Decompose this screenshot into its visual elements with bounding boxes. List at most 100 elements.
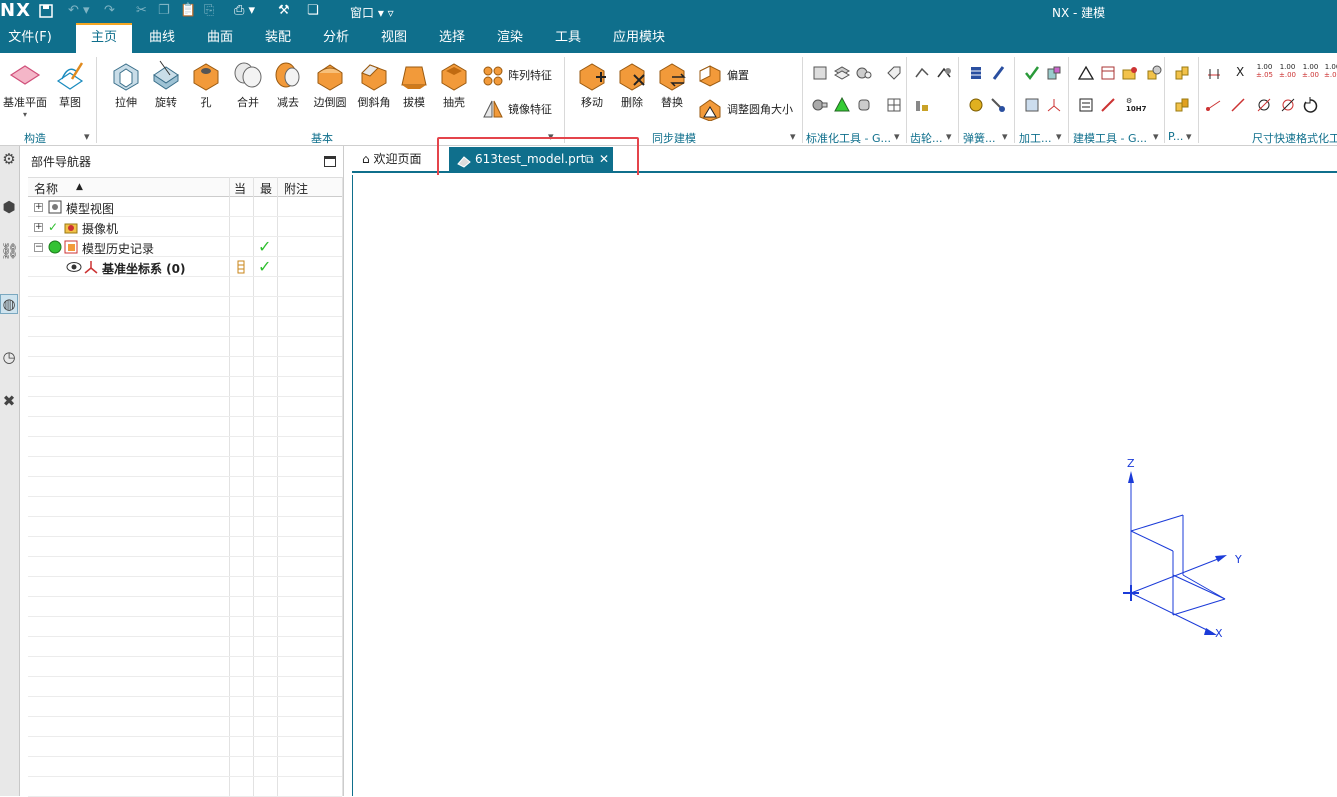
constraint-navigator-icon[interactable]: ⛓	[0, 242, 19, 262]
dim-leader-icon[interactable]	[1206, 97, 1222, 113]
collapse-icon[interactable]: −	[34, 243, 43, 252]
machining-part-icon[interactable]	[1046, 65, 1062, 81]
tag-icon[interactable]	[886, 65, 902, 81]
tree-row-model-views[interactable]: + 模型视图	[28, 197, 342, 217]
diameter-alt-icon[interactable]	[1280, 97, 1296, 113]
spring-pen-icon[interactable]	[990, 65, 1006, 81]
gear-table-icon[interactable]	[914, 97, 930, 113]
redo-icon[interactable]: ↷	[104, 3, 115, 19]
tab-surface[interactable]: 曲面	[198, 23, 242, 53]
gear-group-menu-icon[interactable]: ▾	[946, 130, 952, 143]
settings-icon[interactable]: ⚙	[0, 150, 18, 170]
assembly-tool-icon[interactable]	[1146, 65, 1162, 81]
revolve-button[interactable]: 旋转	[146, 59, 186, 110]
copy-icon[interactable]: ❐	[158, 3, 170, 19]
tab-render[interactable]: 渲染	[488, 23, 532, 53]
history-icon[interactable]: ◷	[0, 348, 18, 368]
drum-icon[interactable]	[856, 97, 872, 113]
touch-mode-icon[interactable]: ⎙ ▾	[234, 3, 255, 19]
draft-button[interactable]: 拔模	[396, 59, 432, 110]
spreadsheet-icon[interactable]	[1100, 65, 1116, 81]
diameter-icon[interactable]	[1256, 97, 1272, 113]
tree-row-model-history[interactable]: − 模型历史记录 ✓	[28, 237, 342, 257]
shell-button[interactable]: 抽壳	[434, 59, 474, 110]
tab-analysis[interactable]: 分析	[314, 23, 358, 53]
move-face-button[interactable]: 移动	[572, 59, 612, 110]
tab-view[interactable]: 视图	[372, 23, 416, 53]
hole-button[interactable]: 孔	[186, 59, 226, 110]
tree-icon[interactable]	[834, 96, 850, 113]
offset-region-button[interactable]: 偏置	[727, 67, 749, 83]
gear-cluster-icon[interactable]	[856, 65, 872, 81]
construct-group-menu-icon[interactable]: ▾	[84, 130, 90, 143]
column-current[interactable]: 当	[234, 180, 246, 197]
maximize-icon[interactable]	[324, 156, 336, 167]
visibility-eye-icon[interactable]	[66, 260, 82, 277]
column-name[interactable]: 名称	[34, 180, 58, 197]
tab-tools[interactable]: 工具	[546, 23, 590, 53]
spring-group-menu-icon[interactable]: ▾	[1002, 130, 1008, 143]
menu-file[interactable]: 文件(F)	[0, 23, 60, 53]
dim-format-1-button[interactable]: 1.00 ±.05	[1256, 63, 1273, 79]
tree-row-datum-csys[interactable]: 基准坐标系 (0) ✓	[28, 257, 342, 277]
subtract-button[interactable]: 减去	[268, 59, 308, 110]
chamfer-button[interactable]: 倒斜角	[352, 59, 396, 110]
graphics-window[interactable]: Z Y X	[352, 175, 1337, 796]
column-note[interactable]: 附注	[284, 180, 308, 197]
dim-slash-icon[interactable]	[1230, 97, 1246, 113]
pattern-feature-button[interactable]: 阵列特征	[508, 67, 552, 83]
tab-select[interactable]: 选择	[430, 23, 474, 53]
part-navigator-icon[interactable]: ◍	[0, 294, 18, 314]
grid-tool-icon[interactable]	[886, 97, 902, 113]
pmi-icon[interactable]	[1174, 65, 1190, 81]
tolerance-fit-icon[interactable]: ⚙ 10H7	[1126, 97, 1146, 113]
tab-home[interactable]: 主页	[76, 23, 132, 53]
pmi-stack-icon[interactable]	[1174, 97, 1190, 113]
replace-face-button[interactable]: 替换	[652, 59, 692, 110]
edge-blend-button[interactable]: 边倒圆	[308, 59, 352, 110]
machining-check-icon[interactable]	[1024, 65, 1040, 81]
sort-ascending-icon[interactable]: ▲	[76, 182, 83, 192]
triangle-icon[interactable]	[1077, 65, 1095, 81]
machining-table-icon[interactable]	[1024, 97, 1040, 113]
paste-icon[interactable]: 📋	[180, 3, 196, 19]
sketch-button[interactable]: 草图	[52, 59, 88, 110]
reuse-library-icon[interactable]: ✖	[0, 392, 18, 412]
unite-button[interactable]: 合并	[228, 59, 268, 110]
star-folder-icon[interactable]	[1122, 65, 1138, 81]
modeling-tools-group-menu-icon[interactable]: ▾	[1153, 130, 1159, 143]
expand-icon[interactable]: +	[34, 203, 43, 212]
customize-icon[interactable]: ⚒	[278, 3, 290, 19]
switch-window-icon[interactable]: ❏	[307, 3, 319, 19]
spring-icon[interactable]	[968, 65, 984, 81]
assembly-navigator-icon[interactable]: ⬢	[0, 198, 18, 218]
column-latest[interactable]: 最	[260, 180, 272, 197]
dim-x-button[interactable]: X	[1236, 65, 1244, 79]
machining-group-menu-icon[interactable]: ▾	[1056, 130, 1062, 143]
tree-row-camera[interactable]: + ✓ 摄像机	[28, 217, 342, 237]
datum-plane-button[interactable]: 基准平面 ▾	[2, 59, 48, 119]
bolt-icon[interactable]	[812, 97, 828, 113]
tab-applications[interactable]: 应用模块	[604, 23, 674, 53]
resize-blend-button[interactable]: 调整圆角大小	[727, 101, 793, 117]
gear-tool-icon[interactable]	[914, 65, 930, 81]
mirror-feature-button[interactable]: 镜像特征	[508, 101, 552, 117]
tab-assembly[interactable]: 装配	[256, 23, 300, 53]
standard-part-icon[interactable]	[812, 65, 828, 81]
repeat-command-icon[interactable]: ⎘	[204, 3, 214, 19]
tab-welcome-page[interactable]: ⌂ 欢迎页面	[358, 149, 425, 171]
sync-group-menu-icon[interactable]: ▾	[790, 130, 796, 143]
gear-mesh-icon[interactable]	[936, 65, 952, 81]
spring-tool-icon[interactable]	[990, 97, 1006, 113]
delete-face-button[interactable]: 删除	[612, 59, 652, 110]
layers-icon[interactable]	[833, 65, 851, 81]
reset-icon[interactable]	[1302, 97, 1318, 113]
spring-coin-icon[interactable]	[968, 97, 984, 113]
p-group-menu-icon[interactable]: ▾	[1186, 130, 1192, 143]
dimension-icon[interactable]	[1206, 65, 1222, 81]
save-icon[interactable]	[38, 3, 54, 24]
cut-icon[interactable]: ✂	[136, 3, 147, 19]
extrude-button[interactable]: 拉伸	[106, 59, 146, 110]
window-menu[interactable]: 窗口 ▾ ▿	[350, 4, 394, 21]
tab-curve[interactable]: 曲线	[140, 23, 184, 53]
